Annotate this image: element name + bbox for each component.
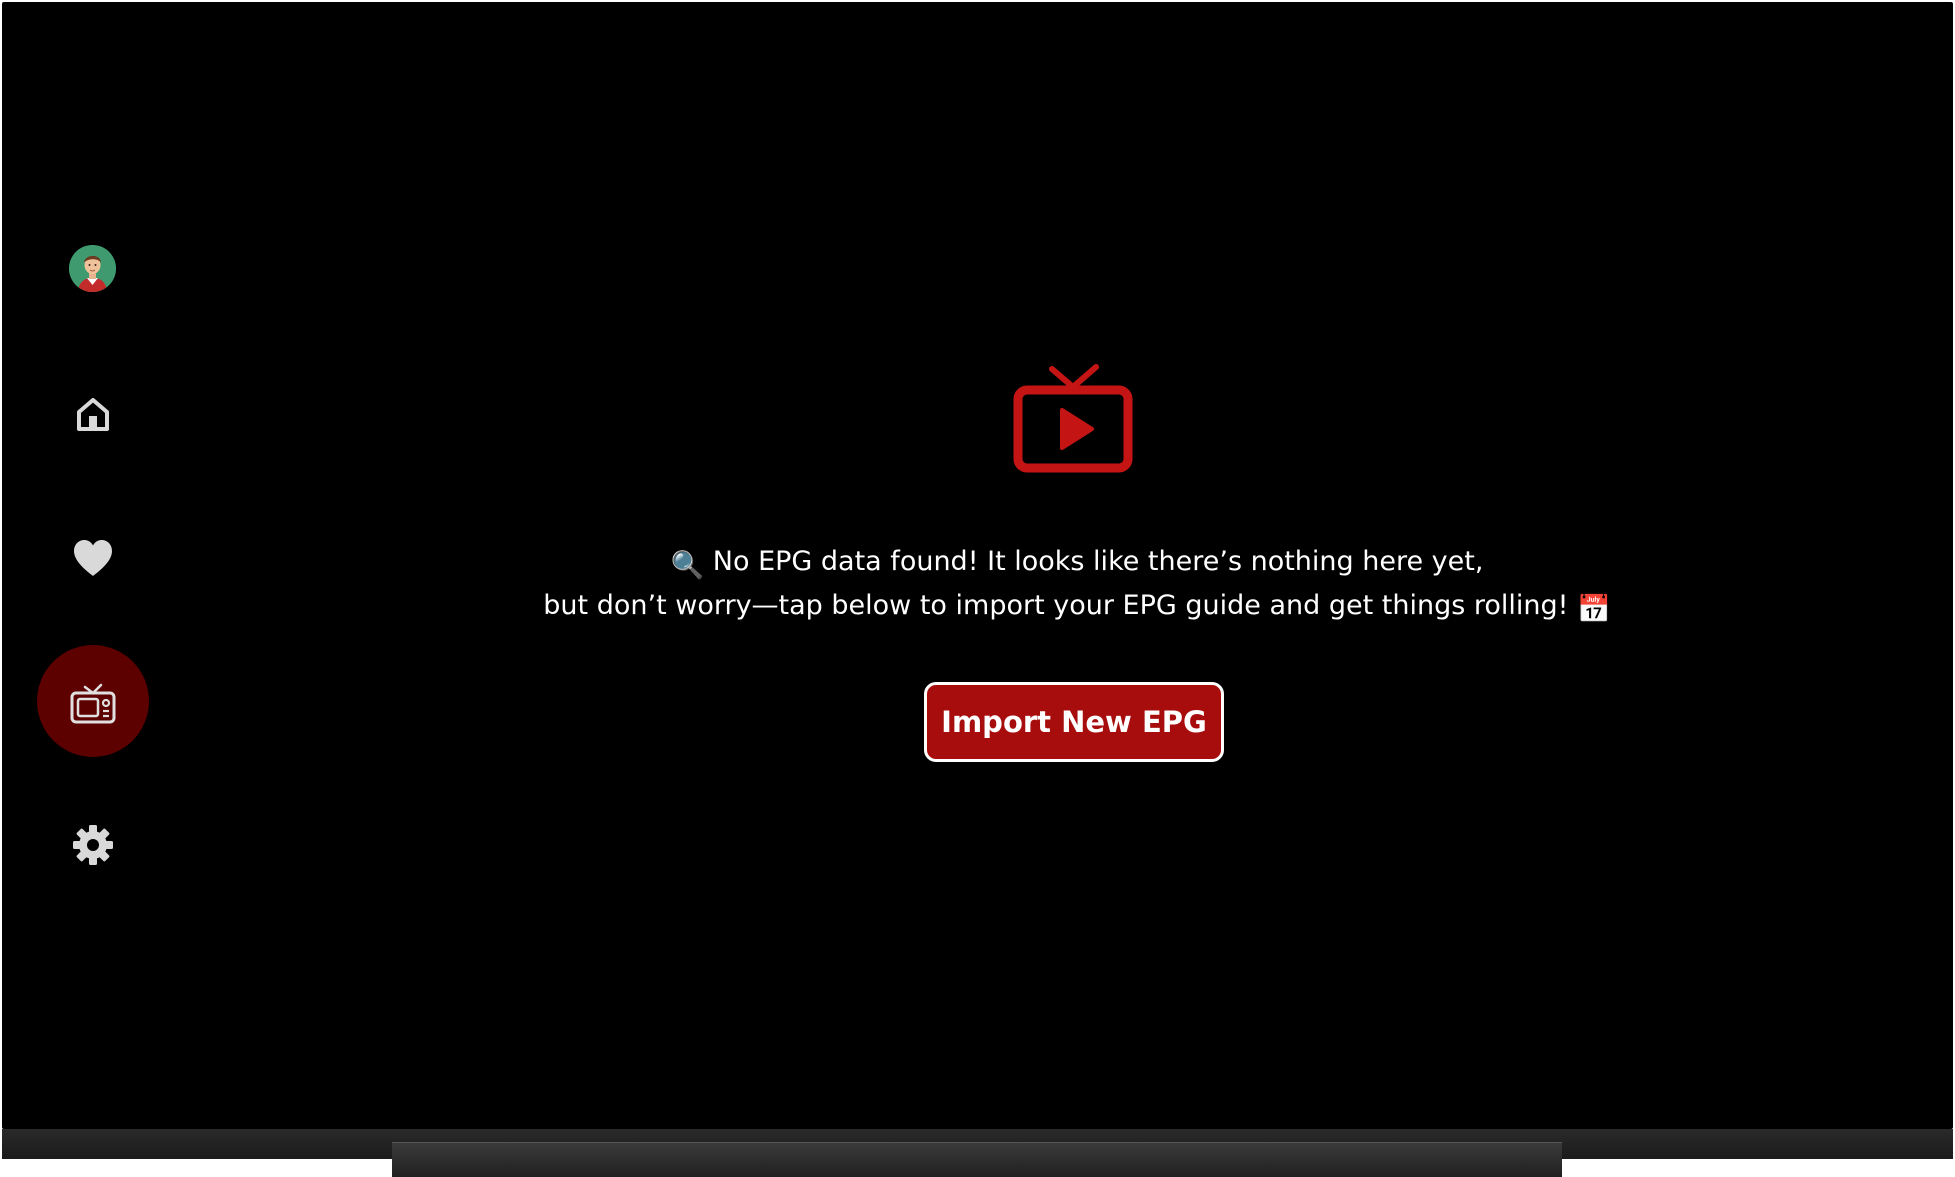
message-line-1: 🔍 No EPG data found! It looks like there… [442, 542, 1712, 586]
empty-state-message: 🔍 No EPG data found! It looks like there… [442, 542, 1712, 630]
message-line-2: but don’t worry—tap below to import your… [442, 586, 1712, 630]
heart-icon [74, 540, 112, 576]
tv-guide-icon [70, 683, 116, 724]
calendar-icon: 📅 [1577, 594, 1611, 625]
gear-icon [73, 825, 113, 865]
sidebar [2, 2, 182, 1129]
profile-avatar[interactable] [69, 245, 116, 292]
message-line-1-text: No EPG data found! It looks like there’s… [712, 546, 1484, 577]
tv-stand [392, 1142, 1562, 1177]
sidebar-item-settings[interactable] [37, 789, 149, 901]
sidebar-item-favorites[interactable] [37, 502, 149, 614]
app-screen: 🔍 No EPG data found! It looks like there… [2, 2, 1953, 1129]
message-line-2-text: but don’t worry—tap below to import your… [543, 590, 1569, 621]
import-epg-button[interactable]: Import New EPG [924, 682, 1224, 762]
sidebar-item-home[interactable] [37, 358, 149, 470]
avatar-illustration [69, 245, 116, 292]
magnifier-icon: 🔍 [670, 550, 705, 581]
home-icon [77, 398, 109, 431]
tv-play-icon [1012, 364, 1134, 474]
sidebar-item-epg[interactable] [37, 645, 149, 757]
tv-frame: 🔍 No EPG data found! It looks like there… [0, 0, 1955, 1177]
